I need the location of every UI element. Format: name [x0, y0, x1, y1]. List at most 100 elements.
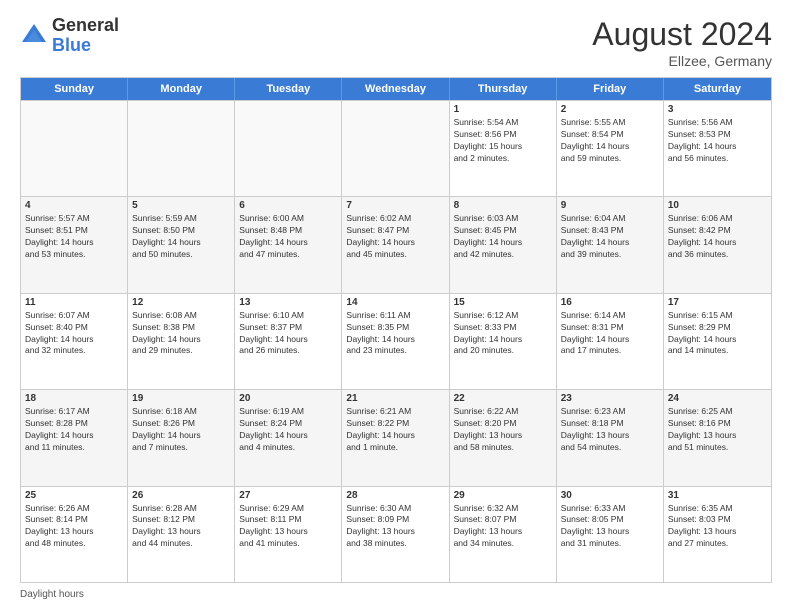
logo-general: General — [52, 16, 119, 36]
header: General Blue August 2024 Ellzee, Germany — [20, 16, 772, 69]
logo: General Blue — [20, 16, 119, 56]
day-number: 3 — [668, 104, 767, 115]
day-info: Sunrise: 6:02 AM Sunset: 8:47 PM Dayligh… — [346, 213, 444, 261]
day-number: 27 — [239, 490, 337, 501]
day-cell-18: 18Sunrise: 6:17 AM Sunset: 8:28 PM Dayli… — [21, 390, 128, 485]
day-number: 29 — [454, 490, 552, 501]
day-info: Sunrise: 5:56 AM Sunset: 8:53 PM Dayligh… — [668, 117, 767, 165]
day-info: Sunrise: 5:59 AM Sunset: 8:50 PM Dayligh… — [132, 213, 230, 261]
day-cell-22: 22Sunrise: 6:22 AM Sunset: 8:20 PM Dayli… — [450, 390, 557, 485]
day-cell-24: 24 Sunrise: 6:25 AM Sunset: 8:16 PM Dayli… — [664, 390, 771, 485]
footer: Daylight hours — [20, 589, 772, 600]
calendar-header: SundayMondayTuesdayWednesdayThursdayFrid… — [21, 78, 771, 100]
day-info: Sunrise: 6:25 AM Sunset: 8:16 PM Dayligh… — [668, 406, 767, 454]
empty-cell — [235, 101, 342, 196]
day-cell-9: 9 Sunrise: 6:04 AM Sunset: 8:43 PM Daylig… — [557, 197, 664, 292]
day-info: Sunrise: 6:07 AM Sunset: 8:40 PM Dayligh… — [25, 310, 123, 358]
day-info: Sunrise: 6:10 AM Sunset: 8:37 PM Dayligh… — [239, 310, 337, 358]
day-number: 25 — [25, 490, 123, 501]
day-info: Sunrise: 6:04 AM Sunset: 8:43 PM Dayligh… — [561, 213, 659, 261]
day-info: Sunrise: 6:03 AM Sunset: 8:45 PM Dayligh… — [454, 213, 552, 261]
day-info: Sunrise: 6:22 AM Sunset: 8:20 PM Dayligh… — [454, 406, 552, 454]
day-info: Sunrise: 5:57 AM Sunset: 8:51 PM Dayligh… — [25, 213, 123, 261]
day-number: 9 — [561, 200, 659, 211]
day-info: Sunrise: 6:23 AM Sunset: 8:18 PM Dayligh… — [561, 406, 659, 454]
day-number: 1 — [454, 104, 552, 115]
location-title: Ellzee, Germany — [592, 53, 772, 69]
day-cell-1: 1 Sunrise: 5:54 AM Sunset: 8:56 PM Daylig… — [450, 101, 557, 196]
calendar-row-3: 11Sunrise: 6:07 AM Sunset: 8:40 PM Dayli… — [21, 293, 771, 389]
day-info: Sunrise: 6:33 AM Sunset: 8:05 PM Dayligh… — [561, 503, 659, 551]
logo-blue: Blue — [52, 36, 119, 56]
calendar-row-4: 18Sunrise: 6:17 AM Sunset: 8:28 PM Dayli… — [21, 389, 771, 485]
page: General Blue August 2024 Ellzee, Germany… — [0, 0, 792, 612]
calendar-row-5: 25 Sunrise: 6:26 AM Sunset: 8:14 PM Dayli… — [21, 486, 771, 582]
calendar-row-2: 4Sunrise: 5:57 AM Sunset: 8:51 PM Daylig… — [21, 196, 771, 292]
day-number: 30 — [561, 490, 659, 501]
day-info: Sunrise: 6:15 AM Sunset: 8:29 PM Dayligh… — [668, 310, 767, 358]
calendar-row-1: 1 Sunrise: 5:54 AM Sunset: 8:56 PM Daylig… — [21, 100, 771, 196]
day-cell-29: 29 Sunrise: 6:32 AM Sunset: 8:07 PM Dayli… — [450, 487, 557, 582]
day-cell-17: 17 Sunrise: 6:15 AM Sunset: 8:29 PM Dayli… — [664, 294, 771, 389]
empty-cell — [21, 101, 128, 196]
day-cell-12: 12 Sunrise: 6:08 AM Sunset: 8:38 PM Dayli… — [128, 294, 235, 389]
day-number: 15 — [454, 297, 552, 308]
day-info: Sunrise: 6:08 AM Sunset: 8:38 PM Dayligh… — [132, 310, 230, 358]
day-number: 24 — [668, 393, 767, 404]
day-number: 18 — [25, 393, 123, 404]
day-cell-21: 21Sunrise: 6:21 AM Sunset: 8:22 PM Dayli… — [342, 390, 449, 485]
day-number: 6 — [239, 200, 337, 211]
day-cell-14: 14 Sunrise: 6:11 AM Sunset: 8:35 PM Dayli… — [342, 294, 449, 389]
day-number: 19 — [132, 393, 230, 404]
logo-text: General Blue — [52, 16, 119, 56]
day-info: Sunrise: 6:32 AM Sunset: 8:07 PM Dayligh… — [454, 503, 552, 551]
day-of-week-sunday: Sunday — [21, 78, 128, 100]
day-number: 26 — [132, 490, 230, 501]
day-info: Sunrise: 6:06 AM Sunset: 8:42 PM Dayligh… — [668, 213, 767, 261]
day-cell-27: 27Sunrise: 6:29 AM Sunset: 8:11 PM Dayli… — [235, 487, 342, 582]
day-number: 17 — [668, 297, 767, 308]
day-number: 5 — [132, 200, 230, 211]
day-number: 8 — [454, 200, 552, 211]
day-number: 12 — [132, 297, 230, 308]
day-number: 13 — [239, 297, 337, 308]
day-cell-28: 28 Sunrise: 6:30 AM Sunset: 8:09 PM Dayli… — [342, 487, 449, 582]
day-cell-25: 25 Sunrise: 6:26 AM Sunset: 8:14 PM Dayli… — [21, 487, 128, 582]
day-cell-2: 2 Sunrise: 5:55 AM Sunset: 8:54 PM Daylig… — [557, 101, 664, 196]
day-cell-3: 3 Sunrise: 5:56 AM Sunset: 8:53 PM Daylig… — [664, 101, 771, 196]
logo-icon — [20, 22, 48, 50]
day-cell-16: 16Sunrise: 6:14 AM Sunset: 8:31 PM Dayli… — [557, 294, 664, 389]
calendar-body: 1 Sunrise: 5:54 AM Sunset: 8:56 PM Daylig… — [21, 100, 771, 582]
day-of-week-wednesday: Wednesday — [342, 78, 449, 100]
day-cell-5: 5 Sunrise: 5:59 AM Sunset: 8:50 PM Daylig… — [128, 197, 235, 292]
calendar: SundayMondayTuesdayWednesdayThursdayFrid… — [20, 77, 772, 583]
day-cell-23: 23 Sunrise: 6:23 AM Sunset: 8:18 PM Dayli… — [557, 390, 664, 485]
day-info: Sunrise: 6:11 AM Sunset: 8:35 PM Dayligh… — [346, 310, 444, 358]
month-title: August 2024 — [592, 16, 772, 53]
day-number: 10 — [668, 200, 767, 211]
day-number: 31 — [668, 490, 767, 501]
empty-cell — [342, 101, 449, 196]
day-cell-15: 15 Sunrise: 6:12 AM Sunset: 8:33 PM Dayli… — [450, 294, 557, 389]
day-of-week-friday: Friday — [557, 78, 664, 100]
day-cell-31: 31Sunrise: 6:35 AM Sunset: 8:03 PM Dayli… — [664, 487, 771, 582]
day-number: 2 — [561, 104, 659, 115]
day-info: Sunrise: 6:14 AM Sunset: 8:31 PM Dayligh… — [561, 310, 659, 358]
day-info: Sunrise: 5:55 AM Sunset: 8:54 PM Dayligh… — [561, 117, 659, 165]
day-of-week-tuesday: Tuesday — [235, 78, 342, 100]
daylight-label: Daylight hours — [20, 589, 84, 600]
day-info: Sunrise: 5:54 AM Sunset: 8:56 PM Dayligh… — [454, 117, 552, 165]
day-cell-30: 30 Sunrise: 6:33 AM Sunset: 8:05 PM Dayli… — [557, 487, 664, 582]
day-cell-26: 26Sunrise: 6:28 AM Sunset: 8:12 PM Dayli… — [128, 487, 235, 582]
day-of-week-thursday: Thursday — [450, 78, 557, 100]
day-info: Sunrise: 6:30 AM Sunset: 8:09 PM Dayligh… — [346, 503, 444, 551]
empty-cell — [128, 101, 235, 196]
day-number: 28 — [346, 490, 444, 501]
day-info: Sunrise: 6:19 AM Sunset: 8:24 PM Dayligh… — [239, 406, 337, 454]
day-info: Sunrise: 6:26 AM Sunset: 8:14 PM Dayligh… — [25, 503, 123, 551]
day-info: Sunrise: 6:12 AM Sunset: 8:33 PM Dayligh… — [454, 310, 552, 358]
day-cell-10: 10 Sunrise: 6:06 AM Sunset: 8:42 PM Dayli… — [664, 197, 771, 292]
day-number: 23 — [561, 393, 659, 404]
day-cell-19: 19Sunrise: 6:18 AM Sunset: 8:26 PM Dayli… — [128, 390, 235, 485]
day-number: 14 — [346, 297, 444, 308]
